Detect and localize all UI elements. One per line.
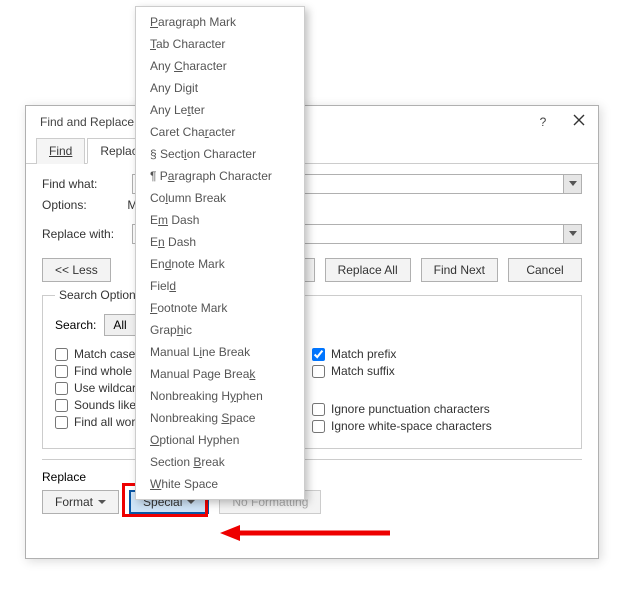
- replace-with-dropdown[interactable]: [563, 225, 581, 243]
- check-match-prefix[interactable]: Match prefix: [312, 347, 569, 361]
- tab-bar: Find Replace Go To: [26, 137, 598, 164]
- menu-item-caret-character[interactable]: Caret Character: [136, 121, 304, 143]
- replace-section-label: Replace: [42, 470, 582, 484]
- menu-item-section-break[interactable]: Section Break: [136, 451, 304, 473]
- options-label: Options:: [42, 198, 124, 212]
- replace-with-label: Replace with:: [42, 227, 124, 241]
- menu-item-paragraph-character[interactable]: ¶ Paragraph Character: [136, 165, 304, 187]
- menu-item-endnote-mark[interactable]: Endnote Mark: [136, 253, 304, 275]
- menu-item-any-letter[interactable]: Any Letter: [136, 99, 304, 121]
- close-button[interactable]: [570, 114, 588, 129]
- find-what-label: Find what:: [42, 177, 124, 191]
- menu-item-nonbreaking-hyphen[interactable]: Nonbreaking Hyphen: [136, 385, 304, 407]
- menu-item-graphic[interactable]: Graphic: [136, 319, 304, 341]
- format-button[interactable]: Format: [42, 490, 119, 514]
- find-replace-dialog: Find and Replace ? Find Replace Go To Fi…: [25, 105, 599, 559]
- special-menu[interactable]: Paragraph MarkTab CharacterAny Character…: [135, 6, 305, 500]
- search-options-legend: Search Options: [55, 288, 146, 302]
- titlebar: Find and Replace ?: [26, 106, 598, 137]
- menu-item-any-character[interactable]: Any Character: [136, 55, 304, 77]
- menu-item-field[interactable]: Field: [136, 275, 304, 297]
- menu-item-column-break[interactable]: Column Break: [136, 187, 304, 209]
- menu-item-section-character[interactable]: § Section Character: [136, 143, 304, 165]
- dialog-title: Find and Replace: [40, 115, 134, 129]
- check-ignore-punct[interactable]: Ignore punctuation characters: [312, 402, 569, 416]
- menu-item-tab-character[interactable]: Tab Character: [136, 33, 304, 55]
- menu-item-any-digit[interactable]: Any Digit: [136, 77, 304, 99]
- menu-item-manual-page-break[interactable]: Manual Page Break: [136, 363, 304, 385]
- cancel-button[interactable]: Cancel: [508, 258, 582, 282]
- menu-item-em-dash[interactable]: Em Dash: [136, 209, 304, 231]
- menu-item-white-space[interactable]: White Space: [136, 473, 304, 495]
- menu-item-footnote-mark[interactable]: Footnote Mark: [136, 297, 304, 319]
- find-next-button[interactable]: Find Next: [421, 258, 498, 282]
- replace-all-button[interactable]: Replace All: [325, 258, 411, 282]
- search-options-group: Search Options Search: All Match case Fi…: [42, 288, 582, 449]
- search-direction-label: Search:: [55, 318, 96, 332]
- menu-item-nonbreaking-space[interactable]: Nonbreaking Space: [136, 407, 304, 429]
- check-ignore-ws[interactable]: Ignore white-space characters: [312, 419, 569, 433]
- menu-item-optional-hyphen[interactable]: Optional Hyphen: [136, 429, 304, 451]
- find-what-dropdown[interactable]: [563, 175, 581, 193]
- help-button[interactable]: ?: [534, 115, 552, 129]
- menu-item-manual-line-break[interactable]: Manual Line Break: [136, 341, 304, 363]
- less-button[interactable]: << Less: [42, 258, 111, 282]
- check-match-suffix[interactable]: Match suffix: [312, 364, 569, 378]
- menu-item-en-dash[interactable]: En Dash: [136, 231, 304, 253]
- tab-find[interactable]: Find: [36, 138, 85, 164]
- menu-item-paragraph-mark[interactable]: Paragraph Mark: [136, 11, 304, 33]
